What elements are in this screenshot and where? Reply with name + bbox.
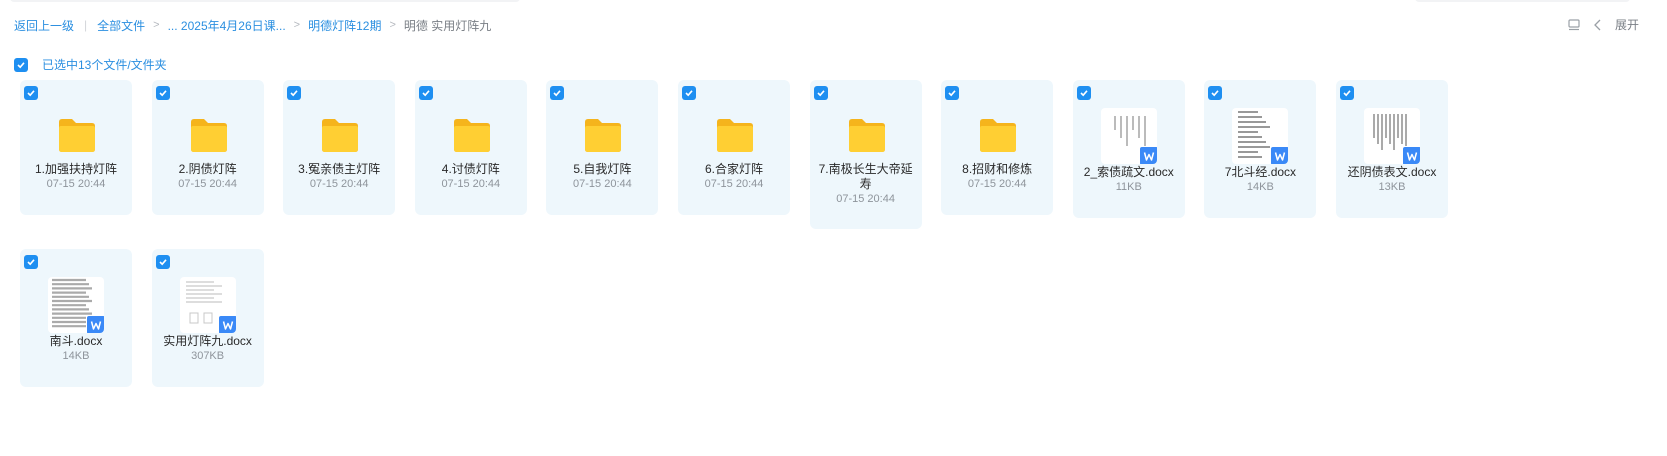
back-link[interactable]: 返回上一级	[14, 17, 74, 34]
document-thumbnail	[1100, 108, 1157, 164]
file-card[interactable]: 还阴债表文.docx 13KB	[1336, 80, 1448, 218]
chevron-left-icon[interactable]	[1593, 19, 1603, 31]
folder-icon	[582, 116, 624, 154]
item-date: 07-15 20:44	[46, 178, 106, 190]
item-checkbox[interactable]	[24, 255, 38, 269]
item-date: 07-15 20:44	[309, 178, 369, 190]
document-thumbnail	[1232, 108, 1289, 164]
word-doc-icon	[86, 315, 104, 333]
item-date: 07-15 20:44	[836, 193, 895, 205]
folder-card[interactable]: 7.南极长生大帝延寿 07-15 20:44	[809, 80, 922, 229]
item-name: 南斗.docx	[49, 334, 103, 348]
folder-icon	[977, 116, 1019, 154]
item-checkbox[interactable]	[155, 86, 170, 100]
breadcrumb-current: 明德 实用灯阵九	[403, 18, 492, 33]
item-checkbox[interactable]	[1340, 86, 1354, 100]
folder-icon	[846, 116, 888, 154]
select-all-row: 已选中13个文件/文件夹	[14, 56, 167, 73]
item-checkbox[interactable]	[1076, 86, 1091, 100]
item-checkbox[interactable]	[550, 86, 565, 100]
breadcrumb: 返回上一级 | 全部文件 > ... 2025年4月26日课... > 明德灯阵…	[14, 16, 491, 34]
folder-icon	[451, 116, 493, 154]
item-name: 3.冤亲债主灯阵	[298, 162, 381, 176]
item-size: 307KB	[191, 350, 225, 362]
item-checkbox[interactable]	[945, 86, 960, 100]
search-bar-edge	[10, 0, 520, 2]
item-size: 11KB	[1115, 181, 1142, 193]
folder-icon	[56, 116, 98, 154]
folder-card[interactable]: 8.招财和修炼 07-15 20:44	[941, 80, 1054, 215]
item-name: 5.自我灯阵	[573, 162, 632, 176]
view-tools: 展开	[1567, 16, 1639, 33]
file-card[interactable]: 2_索债疏文.docx 11KB	[1072, 80, 1185, 218]
item-checkbox[interactable]	[813, 86, 828, 100]
toolbar-edge	[1415, 0, 1630, 2]
item-checkbox[interactable]	[287, 86, 302, 100]
folder-card[interactable]: 2.阴债灯阵 07-15 20:44	[151, 80, 264, 215]
chevron-right-icon: >	[389, 19, 396, 31]
document-thumbnail	[1364, 108, 1420, 164]
item-name: 1.加强扶持灯阵	[34, 162, 117, 176]
item-name: 6.合家灯阵	[704, 162, 763, 176]
item-name: 实用灯阵九.docx	[163, 334, 252, 348]
item-checkbox[interactable]	[155, 255, 170, 269]
folder-icon	[319, 116, 361, 154]
expand-button[interactable]: 展开	[1615, 16, 1639, 33]
file-card[interactable]: 7北斗经.docx 14KB	[1204, 80, 1317, 218]
chevron-right-icon: >	[293, 19, 301, 31]
word-doc-icon	[1402, 146, 1420, 164]
folder-card[interactable]: 5.自我灯阵 07-15 20:44	[546, 80, 659, 215]
select-all-checkbox[interactable]	[14, 57, 28, 72]
folder-icon	[714, 116, 756, 154]
item-checkbox[interactable]	[24, 86, 38, 100]
item-size: 14KB	[1246, 181, 1274, 193]
item-size: 13KB	[1378, 181, 1406, 193]
document-thumbnail	[179, 277, 236, 333]
document-thumbnail	[48, 277, 104, 333]
word-doc-icon	[217, 315, 236, 333]
item-checkbox[interactable]	[418, 86, 433, 100]
file-card[interactable]: 实用灯阵九.docx 307KB	[151, 249, 264, 387]
item-name: 7北斗经.docx	[1224, 165, 1297, 179]
folder-card[interactable]: 6.合家灯阵 07-15 20:44	[678, 80, 790, 215]
folder-card[interactable]: 4.讨债灯阵 07-15 20:44	[414, 80, 527, 215]
selection-count: 已选中13个文件/文件夹	[42, 58, 167, 72]
file-card[interactable]: 南斗.docx 14KB	[20, 249, 132, 387]
item-size: 14KB	[62, 350, 90, 362]
item-date: 07-15 20:44	[704, 178, 764, 190]
item-checkbox[interactable]	[1208, 86, 1223, 100]
item-name: 还阴债表文.docx	[1347, 165, 1437, 179]
item-name: 2.阴债灯阵	[178, 162, 237, 176]
word-doc-icon	[1270, 146, 1289, 164]
item-name: 7.南极长生大帝延寿	[818, 162, 913, 191]
list-view-icon[interactable]	[1567, 18, 1581, 32]
item-date: 07-15 20:44	[441, 178, 501, 190]
item-date: 07-15 20:44	[967, 178, 1027, 190]
breadcrumb-all-files[interactable]: 全部文件	[97, 17, 145, 34]
folder-icon	[188, 116, 230, 154]
breadcrumb-folder-period[interactable]: 明德灯阵12期	[308, 17, 381, 34]
item-name: 4.讨债灯阵	[441, 162, 500, 176]
folder-card[interactable]: 3.冤亲债主灯阵 07-15 20:44	[283, 80, 396, 215]
item-checkbox[interactable]	[682, 86, 696, 100]
word-doc-icon	[1138, 146, 1157, 164]
item-date: 07-15 20:44	[178, 178, 237, 190]
item-name: 2_索债疏文.docx	[1083, 165, 1174, 179]
divider: |	[84, 18, 88, 32]
breadcrumb-folder-course[interactable]: ... 2025年4月26日课...	[168, 17, 286, 34]
item-name: 8.招财和修炼	[962, 162, 1033, 176]
chevron-right-icon: >	[153, 19, 160, 31]
item-date: 07-15 20:44	[573, 178, 632, 190]
folder-card[interactable]: 1.加强扶持灯阵 07-15 20:44	[20, 80, 132, 215]
